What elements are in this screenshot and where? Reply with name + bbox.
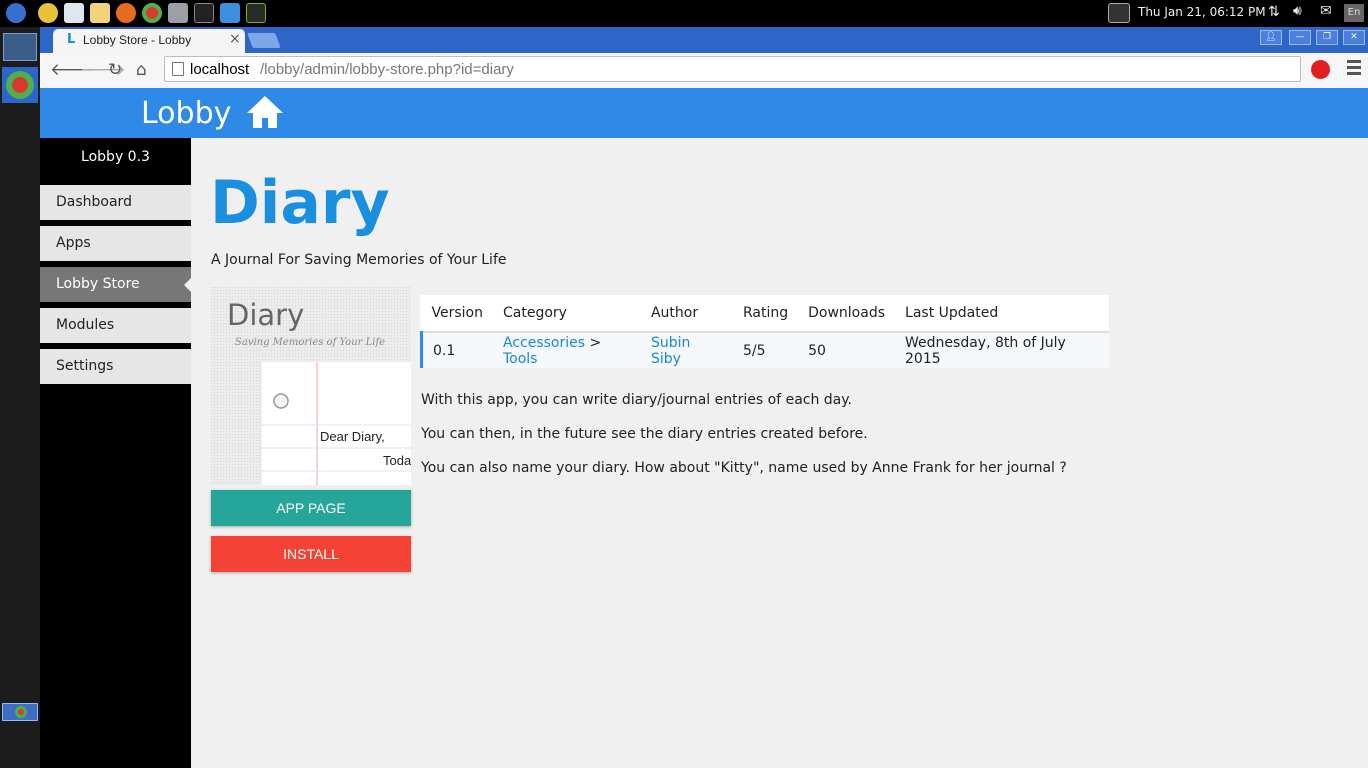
category-link-accessories[interactable]: Accessories — [503, 335, 585, 351]
profile-button[interactable]: 👤︎ — [1260, 30, 1282, 45]
page-subtitle: A Journal For Saving Memories of Your Li… — [211, 252, 507, 268]
logo-text[interactable]: Lobby — [141, 96, 231, 131]
chrome-icon[interactable] — [142, 3, 162, 23]
description-line: You can then, in the future see the diar… — [421, 426, 868, 442]
author-link[interactable]: Subin Siby — [651, 335, 690, 367]
sidebar-item-label: Lobby Store — [56, 276, 140, 292]
os-left-dock — [0, 27, 40, 768]
app-header: Lobby — [40, 88, 1368, 138]
category-separator: > — [589, 334, 602, 351]
sidebar-item-settings[interactable]: Settings — [40, 349, 191, 384]
cell-downloads: 50 — [798, 332, 896, 368]
cell-rating: 5/5 — [732, 332, 799, 368]
sidebar-item-label: Settings — [56, 358, 114, 374]
image-title: Diary — [227, 298, 304, 332]
address-bar[interactable]: localhost /lobby/admin/lobby-store.php?i… — [164, 56, 1301, 82]
sidebar-item-lobby-store[interactable]: Lobby Store — [40, 267, 191, 302]
app-menu-icon[interactable] — [6, 3, 26, 23]
app-page-button[interactable]: APP PAGE — [211, 490, 411, 526]
header-version: Version — [421, 295, 493, 333]
mail-indicator-icon[interactable]: ✉ — [1320, 3, 1332, 19]
image-text-line-1: Dear Diary, — [320, 429, 385, 444]
sidebar-item-dashboard[interactable]: Dashboard — [40, 185, 191, 220]
pidgin-icon[interactable] — [38, 3, 58, 23]
table-row: 0.1 Accessories > Tools Subin Siby 5/5 5… — [419, 332, 1109, 368]
chrome-icon — [6, 71, 34, 99]
header-author: Author — [640, 295, 733, 333]
adblock-extension-icon[interactable] — [1311, 60, 1330, 79]
header-category: Category — [492, 295, 641, 333]
window-list-icon[interactable] — [64, 3, 84, 23]
volume-icon[interactable]: 🔊︎ — [1293, 3, 1302, 19]
sidebar: Lobby 0.3 Dashboard Apps Lobby Store Mod… — [40, 138, 191, 768]
cell-author: Subin Siby — [640, 332, 733, 368]
sidebar-item-apps[interactable]: Apps — [40, 226, 191, 261]
close-window-button[interactable]: ✕ — [1343, 30, 1365, 45]
install-button[interactable]: INSTALL — [211, 536, 411, 572]
system-monitor-icon[interactable] — [1108, 3, 1130, 23]
language-indicator[interactable]: En — [1344, 4, 1364, 22]
app-info-table: Version Category Author Rating Downloads… — [419, 295, 1109, 368]
category-link-tools[interactable]: Tools — [503, 351, 538, 367]
lobby-favicon-icon: L — [67, 32, 76, 47]
clock[interactable]: Thu Jan 21, 06:12 PM — [1138, 5, 1266, 19]
url-host: localhost — [190, 61, 250, 78]
cell-version: 0.1 — [419, 332, 493, 368]
cell-category: Accessories > Tools — [492, 332, 641, 368]
reload-icon[interactable]: ↻ — [108, 60, 122, 80]
restore-button[interactable]: ❐ — [1316, 30, 1338, 45]
sidebar-item-label: Apps — [56, 235, 91, 251]
taskbar-chrome-window[interactable] — [2, 703, 38, 721]
browser-tab[interactable]: L Lobby Store - Lobby × — [53, 29, 245, 53]
os-top-panel: Thu Jan 21, 06:12 PM ⇅ 🔊︎ ✉ En — [0, 0, 1368, 27]
chrome-icon — [15, 706, 27, 718]
home-icon[interactable] — [245, 94, 285, 130]
new-tab-button[interactable] — [247, 33, 281, 48]
sidebar-item-label: Dashboard — [56, 194, 132, 210]
active-indicator — [184, 278, 191, 292]
sidebar-item-modules[interactable]: Modules — [40, 308, 191, 343]
workspace-switcher[interactable] — [3, 33, 37, 61]
nvidia-icon[interactable] — [246, 3, 266, 23]
description-line: You can also name your diary. How about … — [421, 460, 1067, 476]
header-last-updated: Last Updated — [895, 295, 1109, 333]
page-title: Diary — [210, 168, 390, 238]
main-content: Diary A Journal For Saving Memories of Y… — [191, 138, 1368, 768]
app-screenshot-image: Diary Saving Memories of Your Life Dear … — [211, 287, 411, 485]
image-tagline: Saving Memories of Your Life — [235, 337, 385, 348]
dock-chrome-active[interactable] — [2, 67, 38, 103]
tab-close-icon[interactable]: × — [229, 31, 241, 47]
browser-frame: L Lobby Store - Lobby × 👤︎ — ❐ ✕ 🡐 🡒 ↻ ⌂… — [40, 27, 1368, 88]
description-line: With this app, you can write diary/journ… — [421, 392, 852, 408]
header-rating: Rating — [732, 295, 799, 333]
download-icon[interactable] — [220, 3, 240, 23]
cell-last-updated: Wednesday, 8th of July 2015 — [895, 332, 1109, 368]
terminal-icon[interactable] — [194, 3, 214, 23]
browser-toolbar: 🡐 🡒 ↻ ⌂ localhost /lobby/admin/lobby-sto… — [40, 53, 1368, 88]
table-header-row: Version Category Author Rating Downloads… — [421, 295, 1109, 333]
tab-title: Lobby Store - Lobby — [83, 33, 192, 47]
version-label: Lobby 0.3 — [81, 149, 150, 165]
chrome-menu-icon[interactable] — [1347, 60, 1361, 78]
url-path: /lobby/admin/lobby-store.php?id=diary — [260, 61, 514, 78]
sidebar-item-label: Modules — [56, 317, 115, 333]
home-folder-icon[interactable] — [168, 3, 188, 23]
image-text-line-2: Toda — [383, 453, 411, 468]
page-icon — [172, 62, 184, 76]
home-icon[interactable]: ⌂ — [136, 60, 147, 80]
mail-icon[interactable] — [90, 3, 110, 23]
firefox-icon[interactable] — [116, 3, 136, 23]
header-downloads: Downloads — [798, 295, 896, 333]
minimize-button[interactable]: — — [1289, 30, 1311, 45]
network-icon[interactable]: ⇅ — [1268, 4, 1280, 20]
